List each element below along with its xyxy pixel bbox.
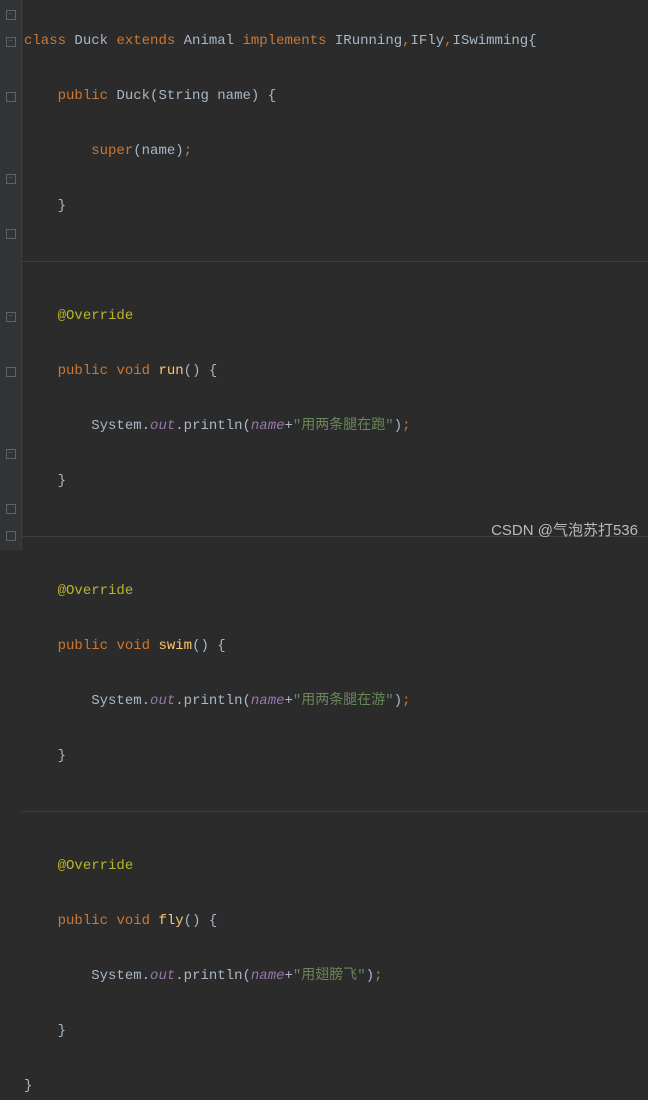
- code-line: public void fly() {: [24, 908, 648, 936]
- arg: name: [142, 143, 176, 159]
- interface: IFly: [411, 33, 445, 49]
- fold-icon[interactable]: −: [0, 28, 21, 55]
- fold-icon[interactable]: ˆ: [0, 221, 21, 248]
- gutter-blank: [0, 413, 21, 440]
- parent-class: Animal: [184, 33, 234, 49]
- class-name: Duck: [74, 33, 108, 49]
- interface: ISwimming: [453, 33, 529, 49]
- keyword-public: public: [58, 363, 108, 379]
- name-field: name: [251, 693, 285, 709]
- out-field: out: [150, 968, 175, 984]
- code-line: }: [24, 1018, 648, 1046]
- fold-icon[interactable]: ˆ: [0, 523, 21, 550]
- separator-line: [24, 248, 648, 276]
- string-literal: "用两条腿在游": [293, 693, 394, 709]
- system-class: System: [91, 968, 141, 984]
- code-line: @Override: [24, 578, 648, 606]
- code-line: super(name);: [24, 138, 648, 166]
- annotation-override: @Override: [58, 858, 134, 874]
- watermark: CSDN @气泡苏打536: [491, 517, 638, 545]
- code-line: @Override: [24, 303, 648, 331]
- code-line: public Duck(String name) {: [24, 83, 648, 111]
- fold-icon[interactable]: ˆ: [0, 495, 21, 522]
- keyword-class: class: [24, 33, 66, 49]
- keyword-extends: extends: [116, 33, 175, 49]
- separator-line: [24, 798, 648, 826]
- name-field: name: [251, 418, 285, 434]
- out-field: out: [150, 693, 175, 709]
- code-line: @Override: [24, 853, 648, 881]
- code-line: }: [24, 193, 648, 221]
- code-line: System.out.println(name+"用两条腿在游");: [24, 688, 648, 716]
- code-line: class Duck extends Animal implements IRu…: [24, 28, 648, 56]
- param-name: name: [217, 88, 251, 104]
- method-name: fly: [158, 913, 183, 929]
- param-type: String: [158, 88, 208, 104]
- annotation-override: @Override: [58, 308, 134, 324]
- code-line: System.out.println(name+"用翅膀飞");: [24, 963, 648, 991]
- fold-icon[interactable]: −: [0, 1, 21, 28]
- keyword-implements: implements: [242, 33, 326, 49]
- gutter-blank: [0, 276, 21, 303]
- code-line: }: [24, 468, 648, 496]
- fold-icon[interactable]: −: [0, 303, 21, 330]
- gutter-blank: [0, 330, 21, 357]
- method-name: run: [158, 363, 183, 379]
- println-method: println: [184, 693, 243, 709]
- out-field: out: [150, 418, 175, 434]
- method-name: swim: [158, 638, 192, 654]
- string-literal: "用翅膀飞": [293, 968, 366, 984]
- keyword-void: void: [116, 638, 150, 654]
- code-editor[interactable]: − − ˆ − ˆ − ˆ − ˆ ˆ class Duck extends A…: [0, 0, 648, 550]
- code-line: }: [24, 743, 648, 771]
- string-literal: "用两条腿在跑": [293, 418, 394, 434]
- keyword-void: void: [116, 913, 150, 929]
- keyword-public: public: [58, 88, 108, 104]
- println-method: println: [184, 968, 243, 984]
- code-line: }: [24, 1073, 648, 1100]
- println-method: println: [184, 418, 243, 434]
- gutter-blank: [0, 385, 21, 412]
- gutter-blank: [0, 193, 21, 220]
- code-area[interactable]: class Duck extends Animal implements IRu…: [22, 0, 648, 550]
- keyword-void: void: [116, 363, 150, 379]
- gutter-blank: [0, 138, 21, 165]
- keyword-super: super: [91, 143, 133, 159]
- keyword-public: public: [58, 638, 108, 654]
- annotation-override: @Override: [58, 583, 134, 599]
- system-class: System: [91, 418, 141, 434]
- fold-icon[interactable]: −: [0, 166, 21, 193]
- gutter-blank: [0, 468, 21, 495]
- fold-icon[interactable]: −: [0, 440, 21, 467]
- gutter-blank: [0, 248, 21, 275]
- gutter-blank: [0, 111, 21, 138]
- code-line: public void swim() {: [24, 633, 648, 661]
- interface: IRunning: [335, 33, 402, 49]
- fold-icon[interactable]: ˆ: [0, 358, 21, 385]
- code-line: System.out.println(name+"用两条腿在跑");: [24, 413, 648, 441]
- fold-icon[interactable]: ˆ: [0, 83, 21, 110]
- gutter-blank: [0, 56, 21, 83]
- name-field: name: [251, 968, 285, 984]
- gutter: − − ˆ − ˆ − ˆ − ˆ ˆ: [0, 0, 22, 550]
- code-line: public void run() {: [24, 358, 648, 386]
- constructor-name: Duck: [116, 88, 150, 104]
- keyword-public: public: [58, 913, 108, 929]
- system-class: System: [91, 693, 141, 709]
